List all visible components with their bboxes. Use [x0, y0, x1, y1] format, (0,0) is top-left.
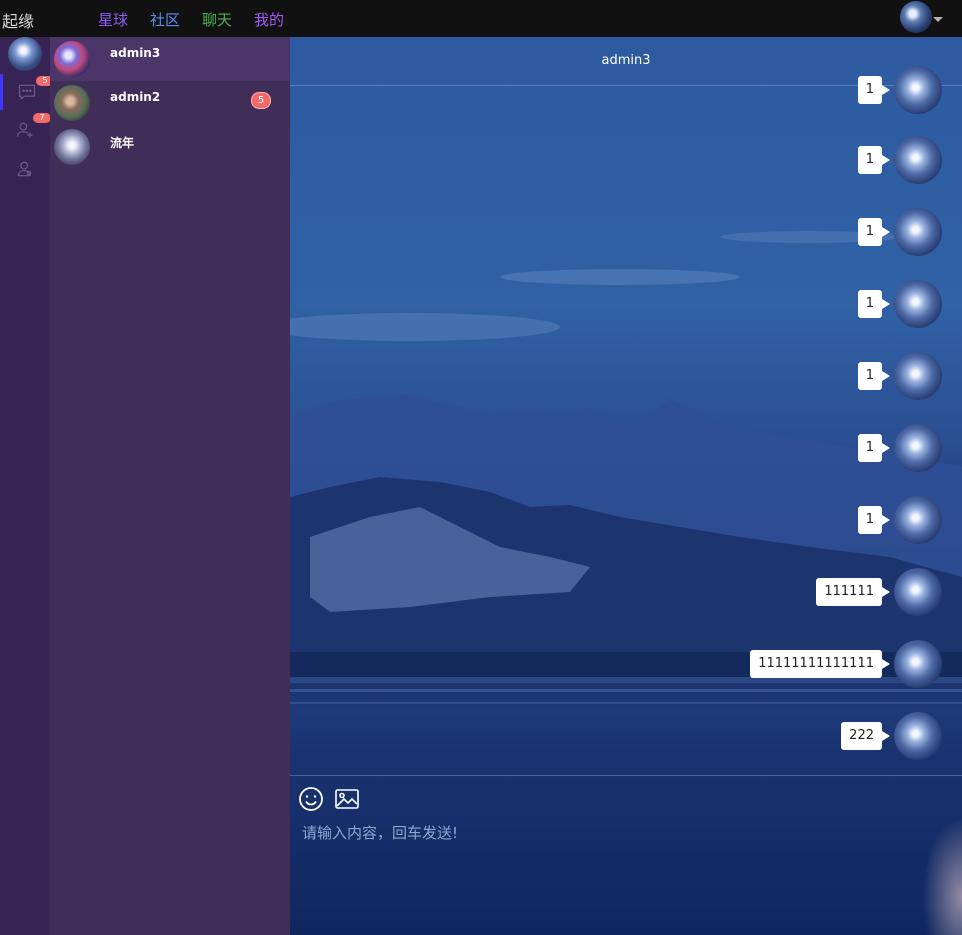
message-bubble: 222 — [841, 722, 890, 750]
contacts-icon — [17, 161, 32, 177]
unread-badge: 5 — [251, 92, 271, 109]
conversation-list: admin3 admin2 5 流年 — [50, 37, 290, 935]
nav-planet[interactable]: 星球 — [98, 9, 128, 30]
message-composer: 请输入内容，回车发送! — [290, 775, 962, 935]
avatar — [894, 208, 942, 256]
message-row: 1 — [857, 208, 942, 256]
rail-item-contacts[interactable] — [0, 151, 50, 187]
avatar — [894, 496, 942, 544]
message-row: 1 — [857, 424, 942, 472]
message-bubble: 1 — [857, 146, 891, 174]
avatar — [894, 424, 942, 472]
message-input[interactable]: 请输入内容，回车发送! — [302, 822, 458, 843]
message-row: 1 — [857, 352, 942, 400]
avatar — [894, 352, 942, 400]
rail-avatar[interactable] — [8, 37, 42, 71]
main-nav: 星球 社区 聊天 我的 — [98, 9, 284, 30]
message-row: 1 — [857, 496, 942, 544]
message-row: 222 — [841, 712, 942, 760]
avatar — [894, 66, 942, 114]
avatar — [54, 41, 90, 77]
chevron-down-icon[interactable] — [933, 17, 943, 22]
request-badge: 7 — [33, 113, 51, 123]
conversation-name: 流年 — [110, 136, 135, 150]
image-icon[interactable] — [334, 786, 360, 812]
user-avatar[interactable] — [900, 1, 932, 33]
conversation-item[interactable]: 流年 — [50, 125, 290, 169]
brand-logo-text[interactable]: 起缘 — [2, 8, 34, 32]
message-bubble: 1 — [857, 434, 891, 462]
avatar — [894, 712, 942, 760]
avatar — [894, 568, 942, 616]
message-bubble: 1 — [857, 506, 891, 534]
conversation-item[interactable]: admin2 5 — [50, 81, 290, 125]
top-navbar: 起缘 星球 社区 聊天 我的 — [0, 0, 962, 37]
conversation-name: admin2 — [110, 90, 161, 104]
add-friend-icon — [16, 122, 33, 138]
message-bubble: 11111111111111 — [750, 650, 890, 678]
nav-mine[interactable]: 我的 — [254, 9, 284, 30]
message-bubble: 111111 — [816, 578, 890, 606]
message-bubble: 1 — [857, 218, 891, 246]
avatar — [54, 129, 90, 165]
message-row: 1 — [857, 66, 942, 114]
avatar — [54, 85, 90, 121]
conversation-name: admin3 — [110, 46, 161, 60]
message-bubble: 1 — [857, 290, 891, 318]
rail-item-messages[interactable]: 5 — [0, 74, 54, 110]
conversation-item[interactable]: admin3 — [50, 37, 290, 81]
chat-panel: admin3 1 1 1 1 1 1 1 111111 111111111111… — [290, 37, 962, 935]
nav-community[interactable]: 社区 — [150, 9, 180, 30]
chat-bubble-icon — [18, 84, 35, 100]
composer-toolbar — [298, 786, 360, 812]
message-bubble: 1 — [857, 76, 891, 104]
message-row: 1 — [857, 280, 942, 328]
message-row: 111111 — [816, 568, 942, 616]
message-row: 11111111111111 — [750, 640, 942, 688]
message-bubble: 1 — [857, 362, 891, 390]
emoji-icon[interactable] — [298, 786, 324, 812]
nav-chat[interactable]: 聊天 — [202, 9, 232, 30]
rail-item-add-friend[interactable]: 7 — [0, 112, 51, 148]
avatar — [894, 136, 942, 184]
avatar — [894, 640, 942, 688]
avatar — [894, 280, 942, 328]
background-glow — [922, 817, 962, 935]
sidebar-rail: 5 7 — [0, 37, 54, 935]
message-row: 1 — [857, 136, 942, 184]
